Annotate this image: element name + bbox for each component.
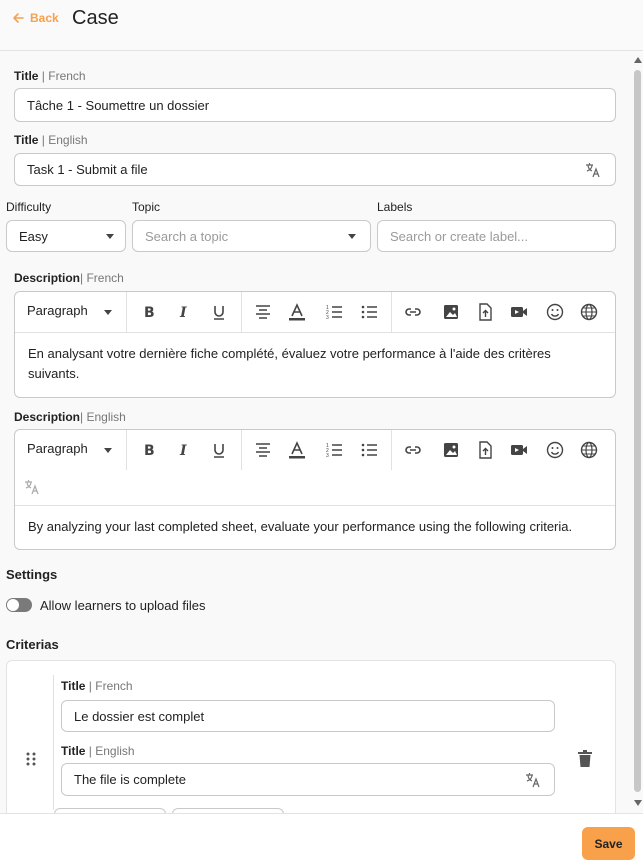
translate-icon[interactable] bbox=[23, 478, 41, 496]
description-fr-label: Description| French bbox=[14, 271, 124, 285]
image-icon[interactable] bbox=[441, 302, 461, 322]
description-en-editor[interactable]: Paragraph B I 123 By analyzing your last… bbox=[14, 429, 616, 550]
settings-title: Settings bbox=[6, 567, 58, 582]
scroll-thumb[interactable] bbox=[634, 70, 641, 792]
criteria-title-fr-label: Title | French bbox=[61, 679, 133, 693]
link-icon[interactable] bbox=[403, 302, 423, 322]
title-en-label: Title | English bbox=[14, 133, 88, 147]
page-title: Case bbox=[72, 7, 119, 29]
title-en-value: Task 1 - Submit a file bbox=[27, 162, 148, 177]
difficulty-label: Difficulty bbox=[6, 200, 52, 214]
translate-icon[interactable] bbox=[524, 771, 542, 789]
description-fr-editor[interactable]: Paragraph B I 123 En analysant votre der… bbox=[14, 291, 616, 398]
back-label: Back bbox=[30, 11, 59, 25]
paragraph-select[interactable]: Paragraph bbox=[27, 303, 88, 318]
difficulty-select[interactable]: Easy bbox=[6, 220, 126, 252]
svg-text:B: B bbox=[144, 443, 155, 459]
italic-icon[interactable]: I bbox=[174, 302, 194, 322]
ordered-list-icon[interactable]: 123 bbox=[324, 302, 344, 322]
bold-icon[interactable]: B bbox=[139, 302, 159, 322]
text-color-icon[interactable] bbox=[287, 440, 307, 460]
title-en-input[interactable]: Task 1 - Submit a file bbox=[14, 153, 616, 186]
labels-placeholder: Search or create label... bbox=[390, 228, 529, 244]
svg-text:I: I bbox=[179, 443, 187, 459]
ordered-list-icon[interactable]: 123 bbox=[324, 440, 344, 460]
underline-icon[interactable] bbox=[209, 440, 229, 460]
labels-input[interactable]: Search or create label... bbox=[377, 220, 616, 252]
emoji-icon[interactable] bbox=[545, 302, 565, 322]
description-fr-text: En analysant votre dernière fiche complé… bbox=[28, 346, 551, 381]
save-button[interactable]: Save bbox=[582, 827, 635, 860]
svg-text:3: 3 bbox=[326, 453, 329, 459]
trash-icon[interactable] bbox=[578, 750, 592, 767]
svg-text:3: 3 bbox=[326, 315, 329, 321]
italic-icon[interactable]: I bbox=[174, 440, 194, 460]
bullet-list-icon[interactable] bbox=[359, 302, 379, 322]
description-en-text: By analyzing your last completed sheet, … bbox=[28, 519, 573, 534]
align-center-icon[interactable] bbox=[253, 440, 273, 460]
chevron-down-icon bbox=[348, 234, 356, 239]
title-fr-input[interactable]: Tâche 1 - Soumettre un dossier bbox=[14, 88, 616, 122]
labels-label: Labels bbox=[377, 200, 413, 214]
globe-icon[interactable] bbox=[579, 302, 599, 322]
topic-placeholder: Search a topic bbox=[145, 228, 229, 244]
difficulty-value: Easy bbox=[19, 228, 48, 244]
criteria-title-en-value: The file is complete bbox=[74, 772, 186, 787]
criteria-title-en-label: Title | English bbox=[61, 744, 135, 758]
image-icon[interactable] bbox=[441, 440, 461, 460]
chevron-down-icon bbox=[106, 234, 114, 239]
footer bbox=[0, 813, 643, 863]
drag-handle-icon[interactable] bbox=[24, 751, 38, 767]
bold-icon[interactable]: B bbox=[139, 440, 159, 460]
link-icon[interactable] bbox=[403, 440, 423, 460]
header: Back Case bbox=[0, 0, 643, 51]
arrow-left-icon bbox=[13, 13, 24, 23]
description-en-label: Description| English bbox=[14, 410, 126, 424]
svg-text:B: B bbox=[144, 305, 155, 321]
scroll-up-icon[interactable] bbox=[634, 57, 642, 63]
file-upload-icon[interactable] bbox=[475, 302, 495, 322]
globe-icon[interactable] bbox=[579, 440, 599, 460]
paragraph-select[interactable]: Paragraph bbox=[27, 441, 88, 456]
chevron-down-icon bbox=[104, 448, 112, 453]
file-upload-icon[interactable] bbox=[475, 440, 495, 460]
upload-toggle[interactable] bbox=[6, 598, 32, 612]
scroll-down-icon[interactable] bbox=[634, 800, 642, 806]
align-center-icon[interactable] bbox=[253, 302, 273, 322]
bullet-list-icon[interactable] bbox=[359, 440, 379, 460]
criteria-title-en-input[interactable]: The file is complete bbox=[61, 763, 555, 796]
topic-select[interactable]: Search a topic bbox=[132, 220, 371, 252]
back-link[interactable]: Back bbox=[12, 11, 59, 25]
video-icon[interactable] bbox=[509, 302, 529, 322]
criteria-title-fr-value: Le dossier est complet bbox=[74, 708, 205, 724]
svg-text:I: I bbox=[179, 305, 187, 321]
editor-toolbar: Paragraph B I 123 bbox=[15, 292, 615, 332]
criteria-title-fr-input[interactable]: Le dossier est complet bbox=[61, 700, 555, 732]
translate-icon[interactable] bbox=[584, 161, 602, 179]
topic-label: Topic bbox=[132, 200, 161, 214]
editor-toolbar: Paragraph B I 123 bbox=[15, 430, 615, 470]
text-color-icon[interactable] bbox=[287, 302, 307, 322]
video-icon[interactable] bbox=[509, 440, 529, 460]
upload-toggle-label: Allow learners to upload files bbox=[40, 598, 206, 613]
title-fr-value: Tâche 1 - Soumettre un dossier bbox=[27, 97, 210, 113]
form-content: Title | French Tâche 1 - Soumettre un do… bbox=[0, 51, 630, 813]
title-fr-label: Title | French bbox=[14, 69, 86, 83]
emoji-icon[interactable] bbox=[545, 440, 565, 460]
chevron-down-icon bbox=[104, 310, 112, 315]
criterias-title: Criterias bbox=[6, 637, 59, 652]
underline-icon[interactable] bbox=[209, 302, 229, 322]
